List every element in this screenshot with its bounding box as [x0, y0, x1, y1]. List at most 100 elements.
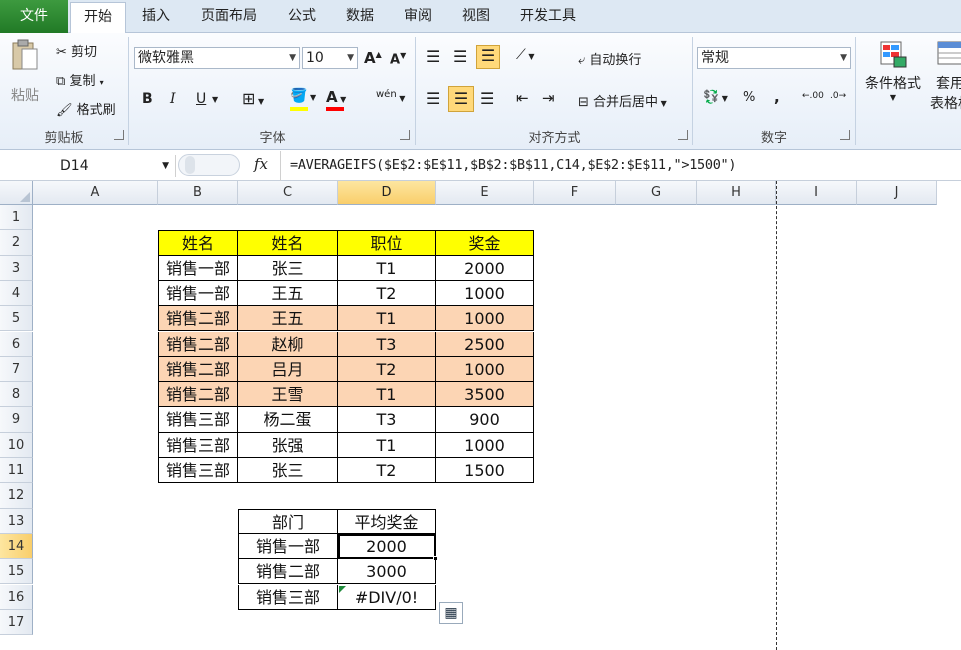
chevron-down-icon[interactable]: ▼: [212, 95, 218, 104]
merge-center-button[interactable]: ⊟ 合并后居中 ▼: [578, 91, 667, 110]
align-middle-icon[interactable]: ☰: [453, 47, 467, 66]
summary-cell[interactable]: 3000: [338, 559, 436, 585]
row-header-15[interactable]: 15: [0, 559, 33, 585]
summary-header-cell[interactable]: 平均奖金: [338, 508, 436, 534]
shrink-font-button[interactable]: A▼: [390, 51, 406, 67]
phonetic-button[interactable]: wén ▼: [376, 89, 405, 105]
decrease-decimal-button[interactable]: .0→: [830, 91, 846, 101]
column-header-F[interactable]: F: [534, 181, 616, 205]
summary-cell[interactable]: 销售二部: [238, 559, 338, 585]
summary-header-cell[interactable]: 部门: [238, 508, 338, 534]
summary-cell[interactable]: #DIV/0!: [338, 584, 436, 610]
table-cell[interactable]: 1000: [436, 432, 534, 458]
column-header-C[interactable]: C: [238, 181, 338, 205]
table-cell[interactable]: 销售三部: [158, 432, 238, 458]
column-header-D[interactable]: D: [338, 181, 436, 205]
font-name-select[interactable]: 微软雅黑 ▼: [134, 47, 300, 69]
table-cell[interactable]: 2000: [436, 255, 534, 281]
table-header-cell[interactable]: 姓名: [238, 230, 338, 256]
table-cell[interactable]: T3: [338, 407, 436, 433]
row-header-1[interactable]: 1: [0, 205, 33, 231]
row-header-2[interactable]: 2: [0, 230, 33, 256]
summary-cell[interactable]: 销售三部: [238, 584, 338, 610]
table-header-cell[interactable]: 姓名: [158, 230, 238, 256]
decrease-indent-icon[interactable]: ⇤: [516, 89, 529, 107]
align-bottom-icon[interactable]: ☰: [476, 45, 500, 69]
percent-button[interactable]: %: [743, 90, 755, 105]
orientation-button[interactable]: ⟋ ▼: [516, 47, 535, 63]
table-cell[interactable]: 销售二部: [158, 331, 238, 357]
table-cell[interactable]: T1: [338, 432, 436, 458]
row-header-9[interactable]: 9: [0, 407, 33, 433]
copy-button[interactable]: ⧉ 复制 ▾: [56, 70, 104, 89]
font-launcher[interactable]: [400, 130, 410, 140]
increase-decimal-button[interactable]: ←.00: [802, 91, 824, 101]
table-cell[interactable]: 赵柳: [238, 331, 338, 357]
row-header-16[interactable]: 16: [0, 584, 33, 610]
clipboard-launcher[interactable]: [114, 130, 124, 140]
table-cell[interactable]: 1000: [436, 306, 534, 332]
column-header-G[interactable]: G: [616, 181, 697, 205]
summary-cell[interactable]: 销售一部: [238, 533, 338, 560]
paste-options-icon[interactable]: ▦: [439, 601, 463, 624]
table-cell[interactable]: 销售一部: [158, 255, 238, 281]
active-cell[interactable]: 2000: [338, 533, 436, 560]
table-cell[interactable]: 吕月: [238, 356, 338, 383]
tab-data[interactable]: 数据: [334, 0, 386, 33]
row-header-12[interactable]: 12: [0, 483, 33, 509]
row-header-4[interactable]: 4: [0, 280, 33, 307]
table-cell[interactable]: 销售三部: [158, 458, 238, 484]
bold-button[interactable]: B: [142, 91, 153, 107]
table-cell[interactable]: 销售一部: [158, 280, 238, 307]
currency-button[interactable]: 💱 ▼: [703, 90, 728, 105]
tab-insert[interactable]: 插入: [130, 0, 182, 33]
table-cell[interactable]: T3: [338, 331, 436, 357]
column-header-E[interactable]: E: [436, 181, 534, 205]
row-header-13[interactable]: 13: [0, 508, 33, 534]
select-all-corner[interactable]: [0, 181, 33, 205]
name-box[interactable]: D14 ▼: [6, 155, 176, 177]
number-launcher[interactable]: [840, 130, 850, 140]
font-color-button[interactable]: A ▼: [326, 88, 346, 111]
format-as-table-button[interactable]: 套用 表格格: [930, 39, 961, 113]
cut-button[interactable]: ✂ 剪切: [56, 41, 97, 60]
wrap-text-button[interactable]: ⤶ 自动换行: [578, 49, 641, 68]
table-cell[interactable]: 900: [436, 407, 534, 433]
column-header-A[interactable]: A: [33, 181, 158, 205]
tab-file[interactable]: 文件: [0, 0, 68, 33]
table-cell[interactable]: 1500: [436, 458, 534, 484]
fill-color-button[interactable]: 🪣 ▼: [290, 88, 316, 111]
italic-button[interactable]: I: [170, 91, 176, 107]
align-right-icon[interactable]: ☰: [480, 89, 494, 108]
table-cell[interactable]: 1000: [436, 356, 534, 383]
row-header-8[interactable]: 8: [0, 382, 33, 408]
tab-review[interactable]: 审阅: [392, 0, 444, 33]
row-header-3[interactable]: 3: [0, 255, 33, 281]
table-cell[interactable]: T2: [338, 458, 436, 484]
paste-button[interactable]: 粘贴: [8, 39, 42, 119]
table-cell[interactable]: T2: [338, 280, 436, 307]
row-header-10[interactable]: 10: [0, 432, 33, 458]
increase-indent-icon[interactable]: ⇥: [542, 89, 555, 107]
row-header-6[interactable]: 6: [0, 331, 33, 357]
column-header-I[interactable]: I: [776, 181, 857, 205]
row-header-14[interactable]: 14: [0, 533, 33, 560]
column-header-B[interactable]: B: [158, 181, 238, 205]
tab-home[interactable]: 开始: [70, 2, 126, 34]
grip-handle-icon[interactable]: [185, 156, 195, 174]
table-cell[interactable]: 销售三部: [158, 407, 238, 433]
tab-view[interactable]: 视图: [450, 0, 502, 33]
table-cell[interactable]: 王五: [238, 280, 338, 307]
row-header-5[interactable]: 5: [0, 306, 33, 332]
table-cell[interactable]: T1: [338, 382, 436, 408]
align-left-icon[interactable]: ☰: [426, 89, 440, 108]
table-cell[interactable]: 王五: [238, 306, 338, 332]
table-cell[interactable]: T2: [338, 356, 436, 383]
row-header-11[interactable]: 11: [0, 458, 33, 484]
table-cell[interactable]: 销售二部: [158, 356, 238, 383]
tab-developer[interactable]: 开发工具: [508, 0, 588, 33]
grow-font-button[interactable]: A▲: [364, 49, 382, 67]
table-cell[interactable]: 3500: [436, 382, 534, 408]
table-cell[interactable]: 张强: [238, 432, 338, 458]
format-painter-button[interactable]: 🖌 格式刷: [56, 99, 116, 118]
